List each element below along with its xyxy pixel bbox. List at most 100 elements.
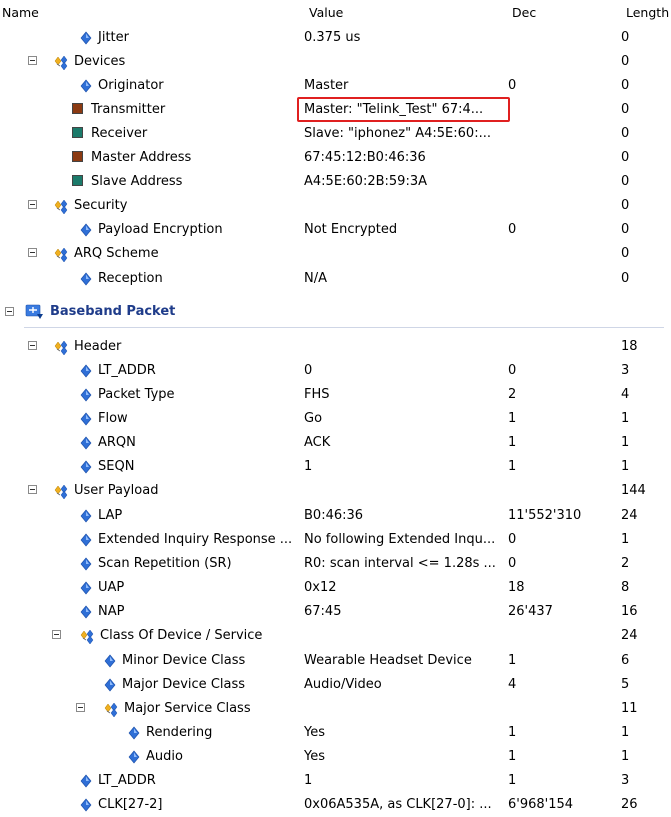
tree-row[interactable]: Jitter 0.375 us 0 [0,26,671,50]
col-length-header[interactable]: Length [626,6,669,20]
tree-row[interactable]: Extended Inquiry Response ... No followin… [0,528,671,552]
tree-row[interactable]: LT_ADDR 1 1 3 [0,769,671,793]
tree-row[interactable]: Packet Type FHS 2 4 [0,383,671,407]
field-length: 24 [621,628,638,643]
field-length: 4 [621,387,630,402]
field-name: Major Device Class [122,677,246,692]
field-dec: 18 [508,580,525,595]
field-dec: 0 [508,363,517,378]
field-dec: 1 [508,725,517,740]
field-dec: 0 [508,556,517,571]
field-length: 0 [621,102,630,117]
tree-group-row[interactable]: User Payload 144 [0,479,671,503]
field-length: 3 [621,363,630,378]
diamond-icon [78,459,94,475]
field-value: Master [304,78,349,93]
tree-row[interactable]: Receiver Slave: "iphonez" A4:5E:60:... 0 [0,122,671,146]
tree-row[interactable]: Minor Device Class Wearable Headset Devic… [0,649,671,673]
teal-square-icon [72,175,83,186]
tree-row[interactable]: Payload Encryption Not Encrypted 0 0 [0,218,671,242]
diamond-icon [126,749,142,765]
field-value: 1 [304,459,313,474]
tree-row[interactable]: SEQN 1 1 1 [0,455,671,479]
field-value: Yes [304,725,325,740]
tree-row[interactable]: Reception N/A 0 [0,267,671,291]
field-dec: 1 [508,411,517,426]
field-value: 0x12 [304,580,337,595]
field-value: Wearable Headset Device [304,653,472,668]
field-value: Slave: "iphonez" A4:5E:60:... [304,126,491,141]
field-name: Master Address [91,150,192,165]
collapse-toggle-icon[interactable] [76,703,85,712]
col-dec-header[interactable]: Dec [512,6,536,20]
tree-row[interactable]: Flow Go 1 1 [0,407,671,431]
tree-group-row[interactable]: Devices 0 [0,50,671,74]
field-dec: 1 [508,749,517,764]
diamond-icon [78,387,94,403]
field-name: CLK[27-2] [98,797,163,812]
field-value: No following Extended Inqu... [304,532,496,547]
collapse-toggle-icon[interactable] [52,630,61,639]
tree-row[interactable]: Audio Yes 1 1 [0,745,671,769]
collapse-toggle-icon[interactable] [28,248,37,257]
tree-row[interactable]: Master Address 67:45:12:B0:46:36 0 [0,146,671,170]
collapse-toggle-icon[interactable] [5,307,14,316]
diamond-icon [78,532,94,548]
field-value: A4:5E:60:2B:59:3A [304,174,427,189]
field-name: Transmitter [91,102,166,117]
group-icon [52,198,68,215]
tree-row[interactable]: LAP B0:46:36 11'552'310 24 [0,504,671,528]
field-name: User Payload [74,483,159,498]
diamond-icon [78,556,94,572]
field-dec: 1 [508,435,517,450]
tree-row[interactable]: Rendering Yes 1 1 [0,721,671,745]
tree-group-row[interactable]: Security 0 [0,194,671,218]
tree-row[interactable]: Major Device Class Audio/Video 4 5 [0,673,671,697]
group-icon [78,628,94,645]
tree-row[interactable]: Slave Address A4:5E:60:2B:59:3A 0 [0,170,671,194]
field-length: 16 [621,604,638,619]
tree-group-row[interactable]: Major Service Class 11 [0,697,671,721]
tree-row[interactable]: NAP 67:45 26'437 16 [0,600,671,624]
field-value: N/A [304,271,327,286]
tree-row[interactable]: Scan Repetition (SR) R0: scan interval <=… [0,552,671,576]
tree-row[interactable]: UAP 0x12 18 8 [0,576,671,600]
field-value: 0 [304,363,313,378]
field-name: NAP [98,604,125,619]
field-name: Scan Repetition (SR) [98,556,232,571]
field-length: 8 [621,580,630,595]
tree-row[interactable]: CLK[27-2] 0x06A535A, as CLK[27-0]: ... 6'9… [0,793,671,817]
tree-row[interactable]: ARQN ACK 1 1 [0,431,671,455]
field-length: 0 [621,222,630,237]
field-length: 0 [621,198,630,213]
col-name-header[interactable]: Name [2,6,39,20]
tree-group-row[interactable]: Class Of Device / Service 24 [0,624,671,648]
field-name: Header [74,339,122,354]
diamond-icon [126,725,142,741]
collapse-toggle-icon[interactable] [28,485,37,494]
brown-square-icon [72,151,83,162]
diamond-icon [78,773,94,789]
collapse-toggle-icon[interactable] [28,341,37,350]
group-icon [52,54,68,71]
field-length: 6 [621,653,630,668]
field-length: 3 [621,773,630,788]
tree-group-row[interactable]: Baseband Packet [0,301,671,325]
tree-row[interactable]: LT_ADDR 0 0 3 [0,359,671,383]
field-dec: 0 [508,532,517,547]
collapse-toggle-icon[interactable] [28,200,37,209]
tree-group-row[interactable]: ARQ Scheme 0 [0,242,671,266]
field-value: 1 [304,773,313,788]
highlight-box [297,97,510,122]
collapse-toggle-icon[interactable] [28,56,37,65]
tree-group-row[interactable]: Header 18 [0,335,671,359]
tree-row[interactable]: Originator Master 0 0 [0,74,671,98]
field-dec: 0 [508,222,517,237]
field-length: 1 [621,435,630,450]
col-value-header[interactable]: Value [309,6,343,20]
baseband-icon [25,303,43,319]
field-name: LAP [98,508,123,523]
field-name: LT_ADDR [98,773,156,788]
field-name: Devices [74,54,126,69]
field-value: 0x06A535A, as CLK[27-0]: ... [304,797,492,812]
